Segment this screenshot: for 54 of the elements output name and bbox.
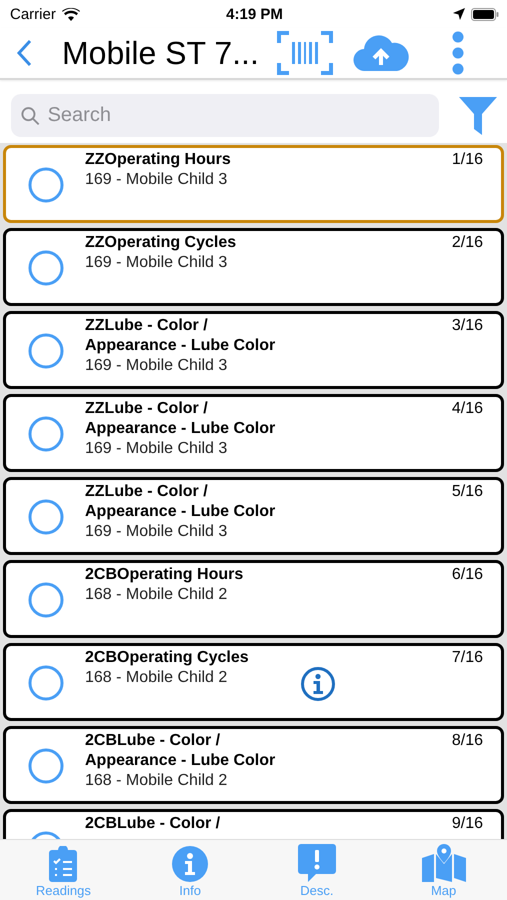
reading-card[interactable]: ZZOperating Cycles 169 - Mobile Child 3 2/16	[3, 228, 504, 306]
reading-card[interactable]: ZZLube - Color / Appearance - Lube Color 169 - Mobile Child 3 4/16	[3, 394, 504, 472]
reading-card[interactable]: 2CBLube - Color / Appearance - Lube Color 168 - Mobile Child 2 8/16	[3, 726, 504, 804]
search-field[interactable]: Search	[11, 94, 439, 137]
item-counter: 7/16	[452, 648, 483, 668]
reading-card[interactable]: ZZOperating Hours 169 - Mobile Child 3 1/16	[3, 145, 504, 223]
search-input[interactable]: Search	[46, 103, 429, 128]
back-icon[interactable]	[16, 39, 32, 67]
asset-name: 169 - Mobile Child 3	[85, 356, 228, 376]
wifi-icon	[62, 8, 80, 20]
reading-title: ZZOperating Cycles	[85, 233, 238, 253]
clipboard-checklist-icon	[49, 846, 78, 882]
reading-card[interactable]: ZZLube - Color / Appearance - Lube Color 169 - Mobile Child 3 5/16	[3, 477, 504, 555]
search-icon	[21, 106, 40, 126]
asset-name: 169 - Mobile Child 3	[85, 253, 228, 273]
filter-icon[interactable]	[459, 96, 497, 134]
reading-title: ZZLube - Color / Appearance - Lube Color	[85, 316, 276, 356]
item-counter: 4/16	[452, 399, 483, 419]
cloud-upload-icon[interactable]	[353, 33, 409, 73]
barcode-scan-icon[interactable]	[277, 31, 333, 75]
reading-card[interactable]: ZZLube - Color / Appearance - Lube Color 169 - Mobile Child 3 3/16	[3, 311, 504, 389]
asset-name: 168 - Mobile Child 2	[85, 585, 228, 605]
clock-time: 4:19 PM	[226, 6, 283, 22]
asset-name: 169 - Mobile Child 3	[85, 170, 228, 190]
asset-name: 168 - Mobile Child 2	[85, 668, 228, 688]
map-pin-icon	[422, 844, 466, 882]
item-counter: 2/16	[452, 233, 483, 253]
reading-title: ZZOperating Hours	[85, 150, 232, 170]
reading-title: 2CBOperating Hours	[85, 565, 244, 585]
asset-name: 168 - Mobile Child 2	[85, 771, 228, 791]
location-icon	[452, 8, 465, 20]
speech-bubble-alert-icon	[298, 844, 336, 882]
reading-title: ZZLube - Color / Appearance - Lube Color	[85, 399, 276, 439]
reading-title: 2CBLube - Color / Appearance - Lube Color	[85, 731, 276, 771]
item-counter: 5/16	[452, 482, 483, 502]
more-menu-icon[interactable]	[451, 31, 465, 75]
reading-title: 2CBLube - Color /	[85, 814, 222, 834]
item-counter: 6/16	[452, 565, 483, 585]
info-icon	[172, 846, 208, 882]
reading-title: 2CBOperating Cycles	[85, 648, 250, 668]
battery-icon	[470, 8, 499, 20]
item-counter: 1/16	[452, 150, 483, 170]
reading-title: ZZLube - Color / Appearance - Lube Color	[85, 482, 276, 522]
reading-card[interactable]: 2CBOperating Cycles 168 - Mobile Child 2 7/16	[3, 643, 504, 721]
asset-name: 169 - Mobile Child 3	[85, 439, 228, 459]
reading-card[interactable]: 2CBOperating Hours 168 - Mobile Child 2 6/16	[3, 560, 504, 638]
asset-name: 169 - Mobile Child 3	[85, 522, 228, 542]
screen-title: Mobile ST 7...	[62, 34, 260, 72]
item-counter: 8/16	[452, 731, 483, 751]
carrier-label: Carrier	[10, 6, 56, 22]
item-counter: 3/16	[452, 316, 483, 336]
reading-card[interactable]: 2CBLube - Color / 9/16	[3, 809, 504, 839]
info-icon[interactable]	[300, 666, 336, 702]
item-counter: 9/16	[452, 814, 483, 834]
